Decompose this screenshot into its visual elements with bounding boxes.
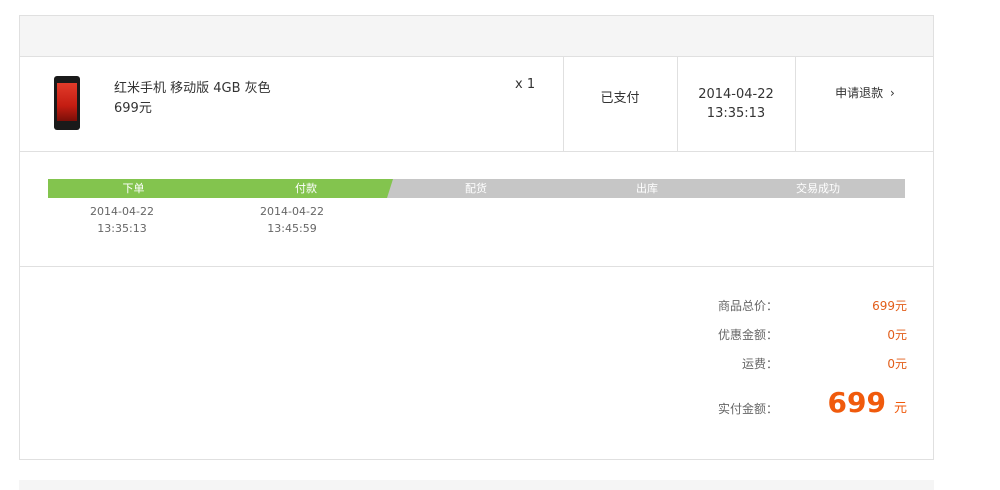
step-time-order: 2014-04-22 13:35:13 <box>52 203 192 237</box>
product-name[interactable]: 红米手机 移动版 4GB 灰色 <box>114 77 271 96</box>
column-divider <box>795 56 796 151</box>
step-label-ship: 出库 <box>636 182 658 195</box>
order-item-row: 红米手机 移动版 4GB 灰色 699元 x 1 已支付 2014-04-22 … <box>20 56 933 152</box>
chevron-right-icon: › <box>890 86 895 100</box>
total-amount-number: 699 <box>827 386 886 419</box>
order-datetime: 2014-04-22 13:35:13 <box>677 85 795 123</box>
order-time: 13:35:13 <box>706 106 766 121</box>
discount-value: 0元 <box>887 328 907 342</box>
order-progress-bar: 下单 付款 配货 出库 交易成功 <box>48 179 905 198</box>
order-date: 2014-04-22 <box>698 87 774 102</box>
step-time: 13:45:59 <box>267 222 317 235</box>
step-label-complete: 交易成功 <box>796 182 840 195</box>
payment-status: 已支付 <box>600 91 640 106</box>
step-label-pick: 配货 <box>465 182 487 195</box>
subtotal-label: 商品总价： <box>717 299 778 313</box>
phone-screen-image <box>57 83 77 121</box>
order-progress-section: 下单 付款 配货 出库 交易成功 2014-04-22 13:35:13 201… <box>20 151 933 267</box>
total-label: 实付金额： <box>717 402 778 416</box>
refund-button[interactable]: 申请退款 › <box>795 84 935 101</box>
step-time: 13:35:13 <box>97 222 147 235</box>
refund-label: 申请退款 <box>835 86 884 100</box>
step-label-order: 下单 <box>122 182 145 195</box>
product-thumbnail[interactable] <box>54 76 80 130</box>
step-date: 2014-04-22 <box>90 205 154 218</box>
shipping-label: 运费： <box>741 357 778 371</box>
product-quantity: x 1 <box>515 77 536 92</box>
step-label-pay: 付款 <box>295 182 317 195</box>
shipping-value: 0元 <box>887 357 907 371</box>
step-date: 2014-04-22 <box>260 205 324 218</box>
step-time-pay: 2014-04-22 13:45:59 <box>222 203 362 237</box>
order-detail-card: 红米手机 移动版 4GB 灰色 699 元 x 1 已支付 2014-04-22 … <box>19 15 934 460</box>
card-header <box>20 16 933 57</box>
product-price: 699元 <box>114 101 152 116</box>
subtotal-value: 699元 <box>872 299 907 313</box>
next-section-header <box>19 480 934 490</box>
order-summary: 商品总价： 699元 优惠金额： 0元 运费： 0元 实付金额： 699 元 <box>20 266 933 459</box>
total-amount-unit: 元 <box>893 401 907 416</box>
total-amount: 699 元 <box>800 386 907 419</box>
discount-label: 优惠金额： <box>717 328 778 342</box>
